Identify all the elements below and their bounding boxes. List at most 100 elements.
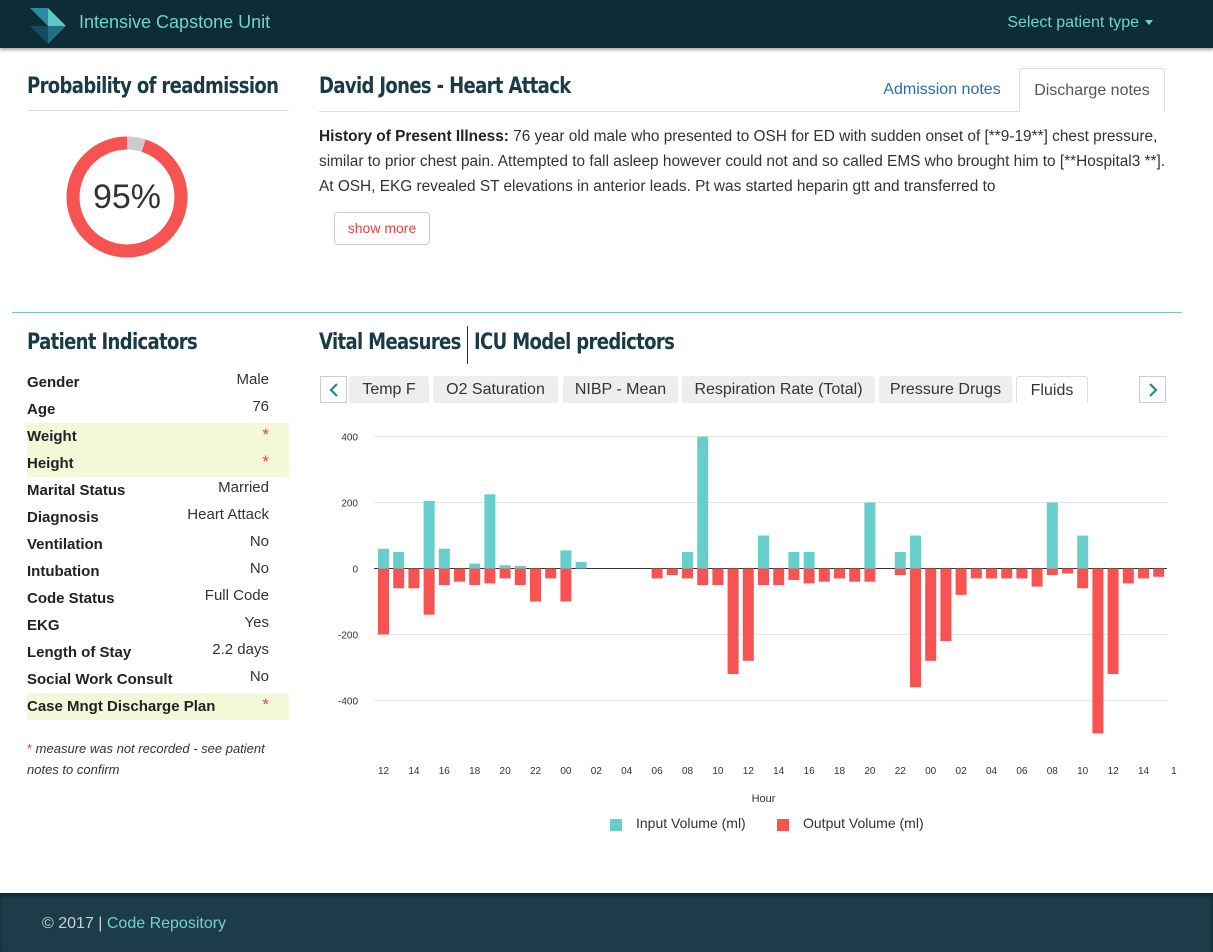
indicator-label: Ventilation <box>27 536 103 553</box>
output-volume-bar <box>788 568 800 581</box>
output-volume-bar <box>970 568 982 579</box>
y-tick-label: -200 <box>338 630 358 641</box>
output-volume-bar <box>651 568 663 579</box>
x-tick-label: 14 <box>408 766 420 777</box>
tab-temp-f[interactable]: Temp F <box>349 376 429 403</box>
indicator-label: Social Work Consult <box>27 671 173 688</box>
x-tick-label: 20 <box>864 766 876 777</box>
input-volume-bar <box>803 552 815 569</box>
app-brand[interactable]: Intensive Capstone Unit <box>79 12 270 33</box>
readmission-probability-value: 95% <box>92 178 162 216</box>
footer-text: © 2017 | Code Repository <box>42 915 226 933</box>
indicator-value: No <box>249 668 269 685</box>
indicator-label: Code Status <box>27 590 115 607</box>
tab-discharge-notes[interactable]: Discharge notes <box>1019 68 1165 112</box>
output-volume-bar <box>1092 568 1104 734</box>
x-tick-label: 22 <box>530 766 542 777</box>
input-volume-bar <box>438 548 450 569</box>
top-navbar: Intensive Capstone Unit Select patient t… <box>0 0 1213 48</box>
tab-admission-notes[interactable]: Admission notes <box>872 68 1012 112</box>
chevron-left-icon <box>329 383 338 397</box>
ribbon-logo-icon[interactable] <box>26 6 70 44</box>
x-tick-label: 1 <box>1171 766 1177 777</box>
legend-output-volume: Output Volume (ml) <box>803 815 924 831</box>
indicator-label: Length of Stay <box>27 644 132 661</box>
x-tick-label: 12 <box>378 766 390 777</box>
input-volume-bar <box>393 552 405 569</box>
output-volume-bar <box>1122 568 1134 584</box>
code-repository-link[interactable]: Code Repository <box>107 915 226 932</box>
indicator-label: Age <box>27 401 56 418</box>
output-volume-bar <box>469 568 481 585</box>
input-volume-bar <box>758 535 769 569</box>
output-volume-bar <box>1107 568 1119 675</box>
indicator-row: Weight * <box>27 423 289 450</box>
legend-swatch-output <box>777 819 789 831</box>
tab-fluids[interactable]: Fluids <box>1016 376 1088 403</box>
tab-pressure-drugs[interactable]: Pressure Drugs <box>879 376 1012 403</box>
output-volume-bar <box>864 568 876 582</box>
legend-swatch-input <box>610 819 622 831</box>
tab-o2-saturation[interactable]: O2 Saturation <box>433 376 558 403</box>
tab-respiration-rate[interactable]: Respiration Rate (Total) <box>682 376 875 403</box>
missing-measure-note-text: measure was not recorded - see patient n… <box>27 741 265 777</box>
x-tick-label: 22 <box>895 766 907 777</box>
tabs-scroll-right-button[interactable] <box>1139 376 1166 403</box>
x-tick-label: 06 <box>652 766 664 777</box>
x-tick-label: 08 <box>1047 766 1059 777</box>
output-volume-bar <box>803 568 815 584</box>
caret-down-icon <box>1145 20 1153 26</box>
vital-measures-title[interactable]: Vital Measures <box>319 330 461 355</box>
select-patient-type-dropdown[interactable]: Select patient type <box>1007 14 1153 32</box>
output-volume-bar <box>499 568 511 579</box>
tab-nibp-mean[interactable]: NIBP - Mean <box>563 376 678 403</box>
indicator-value: Full Code <box>204 587 269 604</box>
output-volume-bar <box>773 568 785 585</box>
indicator-value: Male <box>236 371 269 388</box>
output-volume-bar <box>378 568 389 635</box>
input-volume-bar <box>1077 535 1089 569</box>
output-volume-bar <box>742 568 754 661</box>
input-volume-bar <box>514 565 526 569</box>
indicator-row: Intubation No <box>27 558 289 585</box>
indicator-value: No <box>249 560 269 577</box>
indicator-label: Weight <box>27 428 77 445</box>
input-volume-bar <box>575 561 587 569</box>
icu-model-predictors-title[interactable]: ICU Model predictors <box>474 330 675 355</box>
legend-input-volume: Input Volume (ml) <box>636 815 746 831</box>
output-volume-bar <box>727 568 739 675</box>
output-volume-bar <box>925 568 937 661</box>
indicator-row: Age 76 <box>27 396 289 423</box>
output-volume-bar <box>393 568 405 589</box>
output-volume-bar <box>1153 568 1165 577</box>
output-volume-bar <box>1062 568 1073 574</box>
x-axis-label: Hour <box>752 793 776 805</box>
x-tick-label: 18 <box>469 766 481 777</box>
y-tick-label: 200 <box>341 499 358 510</box>
x-tick-label: 14 <box>773 766 785 777</box>
input-volume-bar <box>484 494 496 569</box>
chevron-right-icon <box>1149 383 1158 397</box>
output-volume-bar <box>530 568 541 602</box>
indicator-label: Gender <box>27 374 80 391</box>
indicator-value: No <box>249 533 269 550</box>
tabs-scroll-left-button[interactable] <box>320 376 347 403</box>
output-volume-bar <box>514 568 526 585</box>
y-tick-label: -400 <box>338 696 358 707</box>
output-volume-bar <box>1031 568 1043 587</box>
indicator-label: Intubation <box>27 563 100 580</box>
indicator-value: 2.2 days <box>212 641 269 658</box>
input-volume-bar <box>560 550 572 569</box>
input-volume-bar <box>910 535 921 569</box>
indicator-value: Heart Attack <box>187 506 269 523</box>
x-tick-label: 10 <box>712 766 724 777</box>
input-volume-bar <box>894 552 906 569</box>
output-volume-bar <box>1046 568 1058 576</box>
indicator-value: Married <box>218 479 269 496</box>
missing-measure-note: * measure was not recorded - see patient… <box>27 738 289 780</box>
show-more-button[interactable]: show more <box>334 212 430 245</box>
output-volume-bar <box>1077 568 1089 589</box>
input-volume-bar <box>864 502 876 569</box>
output-volume-bar <box>697 568 709 585</box>
indicator-row: Diagnosis Heart Attack <box>27 504 289 531</box>
